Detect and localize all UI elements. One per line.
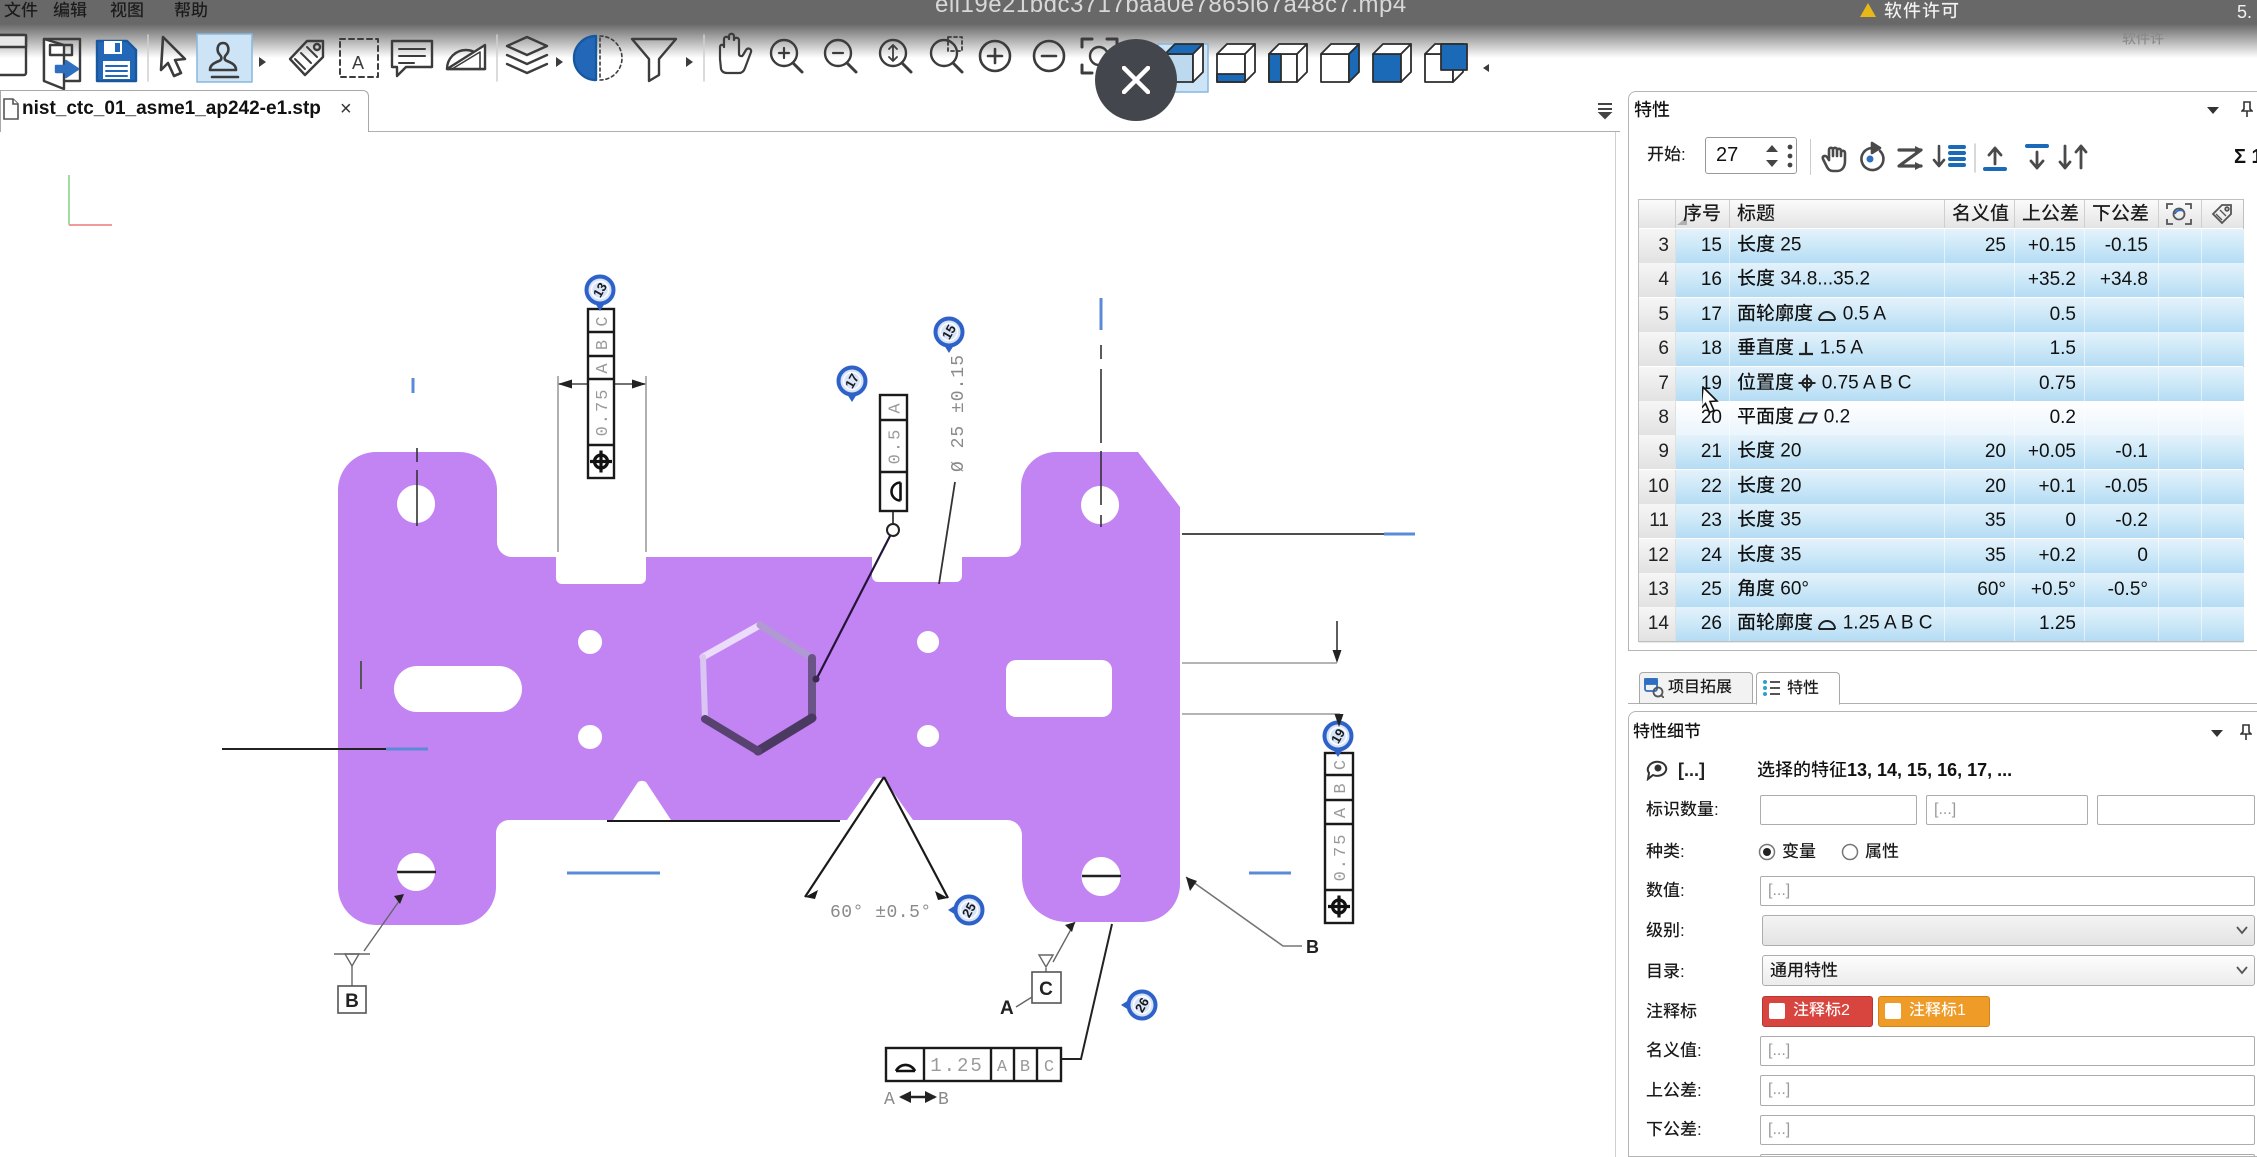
svg-text:B: B [1020,1058,1030,1077]
svg-text:B: B [1306,937,1319,957]
svg-text:A: A [1000,998,1014,1019]
svg-text:C: C [594,314,613,326]
svg-text:0.75: 0.75 [1332,833,1351,882]
svg-text:B: B [345,991,359,1012]
svg-text:B: B [938,1090,949,1110]
svg-text:C: C [1332,758,1351,770]
svg-text:B: B [1332,781,1351,793]
svg-text:60° ±0.5°: 60° ±0.5° [830,903,932,923]
svg-text:A: A [887,401,906,413]
svg-text:0.5: 0.5 [887,428,906,465]
svg-text:Ø 25 ±0.15: Ø 25 ±0.15 [949,354,969,472]
svg-text:A: A [352,53,364,73]
svg-text:A: A [884,1090,895,1110]
svg-text:A: A [1332,806,1351,818]
svg-text:C: C [1039,979,1053,1000]
svg-text:C: C [1044,1058,1054,1077]
svg-text:B: B [594,338,613,350]
svg-text:1.25: 1.25 [930,1055,984,1077]
svg-text:A: A [594,361,613,373]
svg-text:A: A [997,1058,1008,1077]
svg-text:0.75: 0.75 [594,388,613,437]
